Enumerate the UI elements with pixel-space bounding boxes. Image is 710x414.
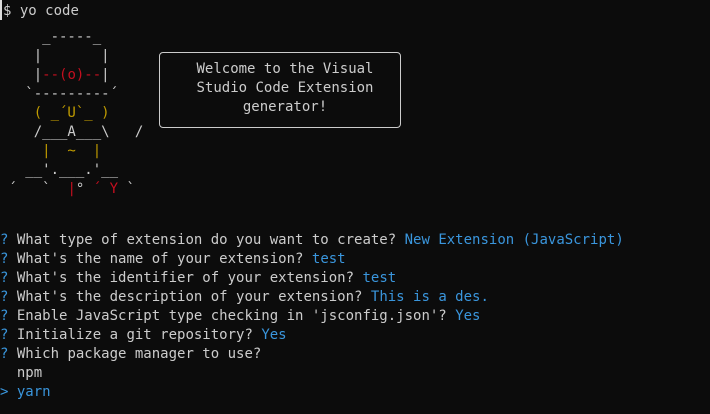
question-text: Enable JavaScript type checking in 'jsco… (16, 308, 447, 324)
art-line-9-d: ´ Y (92, 181, 119, 197)
question-mark-icon: ? (0, 232, 9, 248)
art-line-2: | | (0, 48, 110, 64)
question-mark-icon: ? (0, 251, 9, 267)
prompt-list: ? What type of extension do you want to … (0, 231, 624, 402)
art-line-9-a: ´ ` (0, 181, 68, 197)
question-mark-icon: ? (0, 289, 9, 305)
answer-text: test (362, 270, 397, 286)
option-yarn[interactable]: > yarn (0, 383, 624, 402)
art-line-7: | ~ | (0, 143, 102, 159)
yeoman-ascii-art: _-----_ | | |--(o)--| `---------´ ( _´U`… (0, 28, 143, 199)
terminal-window[interactable]: $ yo code _-----_ | | |--(o)--| `-------… (0, 0, 710, 414)
welcome-line-2: Studio Code Extension (196, 80, 374, 96)
question-text: Which package manager to use? (16, 346, 262, 362)
prompt-row: ? Initialize a git repository? Yes (0, 326, 624, 345)
art-line-5: ( _´U`_ ) (0, 105, 110, 121)
prompt-row: ? What's the description of your extensi… (0, 288, 624, 307)
welcome-message: Welcome to the Visual Studio Code Extensi… (159, 60, 411, 117)
prompt-row: ? Enable JavaScript type checking in 'js… (0, 307, 624, 326)
prompt-row: ? Which package manager to use? (0, 345, 624, 364)
answer-text: test (311, 251, 346, 267)
answer-text: New Extension (JavaScript) (404, 232, 624, 248)
terminal-cursor (0, 0, 2, 20)
art-line-9-c: ° (75, 181, 93, 197)
art-line-6: /___A___\ / (0, 124, 144, 140)
answer-text: Yes (261, 327, 287, 343)
welcome-line-3: generator! (242, 99, 328, 115)
selection-pointer-icon (0, 365, 8, 381)
art-line-3-left: | (0, 67, 43, 83)
shell-prompt: $ (3, 3, 12, 19)
question-text: What's the description of your extension… (16, 289, 363, 305)
welcome-line-1: Welcome to the Visual (196, 61, 374, 77)
question-mark-icon: ? (0, 308, 9, 324)
answer-text: Yes (455, 308, 481, 324)
option-npm[interactable]: npm (0, 364, 624, 383)
option-label: yarn (16, 384, 51, 400)
selection-pointer-icon: > (0, 384, 9, 400)
art-line-4: `---------´ (0, 86, 119, 102)
question-mark-icon: ? (0, 270, 9, 286)
question-text: What's the identifier of your extension? (16, 270, 355, 286)
art-line-3-right: | (101, 67, 110, 83)
question-text: Initialize a git repository? (16, 327, 253, 343)
prompt-row: ? What's the identifier of your extensio… (0, 269, 624, 288)
art-line-3-eye: --(o)-- (42, 67, 102, 83)
question-text: What's the name of your extension? (16, 251, 304, 267)
command-text: yo code (19, 3, 79, 19)
prompt-row: ? What type of extension do you want to … (0, 231, 624, 250)
question-mark-icon: ? (0, 327, 9, 343)
command-line: $ yo code (3, 2, 79, 21)
answer-text: This is a des. (370, 289, 489, 305)
question-mark-icon: ? (0, 346, 9, 362)
art-line-1: _-----_ (0, 29, 102, 45)
prompt-row: ? What's the name of your extension? tes… (0, 250, 624, 269)
question-text: What type of extension do you want to cr… (16, 232, 397, 248)
art-line-9-b: | (67, 181, 76, 197)
art-line-8: __'.___.'__ (0, 162, 119, 178)
art-line-9-e: ` (118, 181, 135, 197)
option-label: npm (16, 365, 43, 381)
